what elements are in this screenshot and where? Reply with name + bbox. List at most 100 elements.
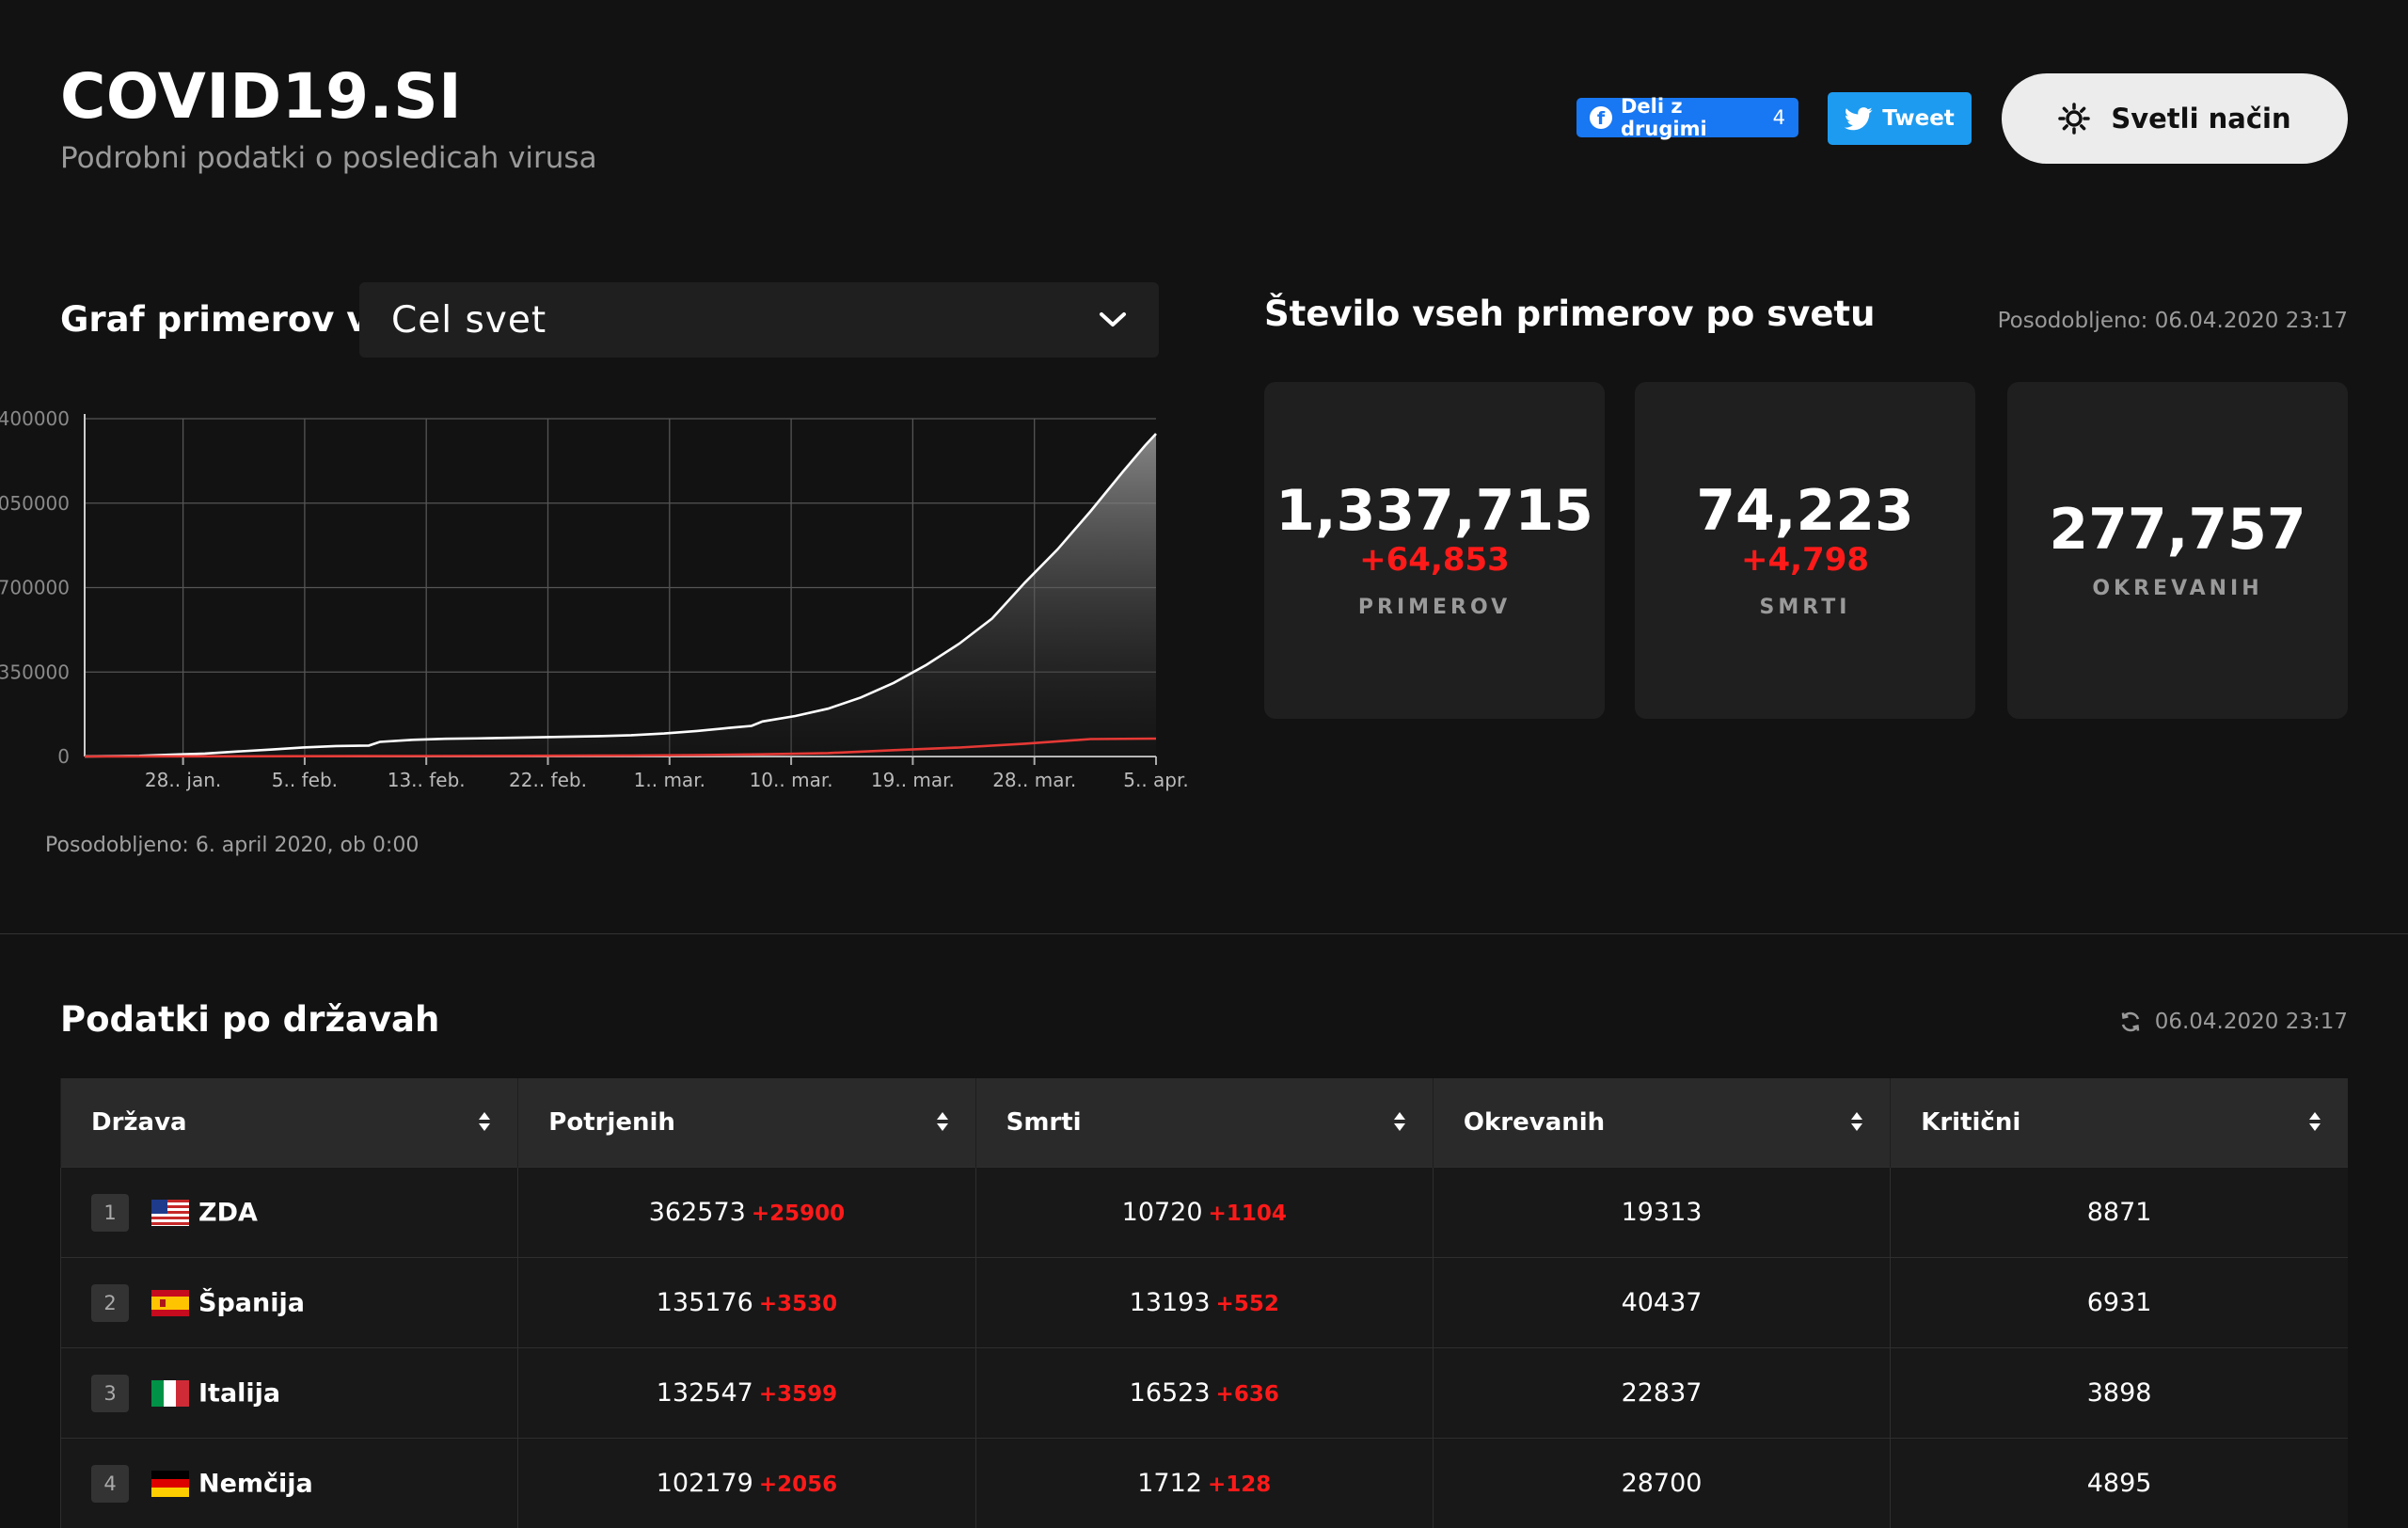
chevron-down-icon	[1099, 310, 1127, 329]
chart-heading: Graf primerov v	[60, 299, 369, 340]
twitter-icon	[1845, 107, 1873, 131]
recovered-cell: 28700	[1433, 1439, 1890, 1528]
column-header-country[interactable]: Država	[61, 1078, 518, 1168]
cases-chart-svg: 03500007000001050000140000028.. jan.5.. …	[0, 405, 1204, 800]
recovered-cell: 40437	[1433, 1258, 1890, 1348]
column-header-label: Potrjenih	[548, 1108, 675, 1137]
world-stats-heading: Število vseh primerov po svetu	[1264, 294, 1875, 334]
chart-x-tick-label: 1.. mar.	[634, 769, 705, 791]
share-count: 4	[1773, 106, 1785, 129]
facebook-share-button[interactable]: f Deli z drugimi 4	[1576, 98, 1798, 137]
region-select[interactable]: Cel svet	[359, 282, 1159, 358]
column-header-deaths[interactable]: Smrti	[975, 1078, 1433, 1168]
critical-cell: 4895	[1891, 1439, 2348, 1528]
facebook-icon: f	[1590, 106, 1612, 129]
chart-x-tick-label: 28.. mar.	[992, 769, 1076, 791]
rank-badge: 3	[91, 1375, 129, 1412]
sort-icon	[1393, 1110, 1406, 1133]
chart-x-tick-label: 5.. apr.	[1123, 769, 1189, 791]
chart-x-tick-label: 22.. feb.	[509, 769, 587, 791]
countries-table: Država Potrjenih Smrti Okrevanih Kritičn…	[60, 1078, 2348, 1528]
column-header-label: Smrti	[1006, 1108, 1082, 1137]
confirmed-delta: +3599	[759, 1382, 837, 1407]
countries-updated: 06.04.2020 23:17	[2119, 1010, 2348, 1034]
deaths-value: 10720	[1122, 1198, 1203, 1227]
sort-icon	[1850, 1110, 1863, 1133]
stat-value: 74,223	[1696, 482, 1914, 541]
confirmed-cell: 102179+2056	[518, 1439, 975, 1528]
deaths-cell: 10720+1104	[975, 1168, 1433, 1258]
chart-x-tick-label: 5.. feb.	[272, 769, 338, 791]
stat-label: SMRTI	[1760, 596, 1851, 619]
chart-y-tick-label: 350000	[0, 661, 70, 683]
stat-value: 1,337,715	[1275, 482, 1593, 541]
stat-value: 277,757	[2049, 501, 2305, 560]
country-name: Italija	[198, 1378, 280, 1408]
table-row[interactable]: 4Nemčija 102179+2056 1712+128 28700 4895	[61, 1439, 2349, 1528]
confirmed-delta: +3530	[759, 1292, 837, 1316]
countries-heading: Podatki po državah	[60, 999, 439, 1040]
table-row[interactable]: 3 Italija 132547+3599 16523+636 22837 389…	[61, 1348, 2349, 1439]
confirmed-value: 362573	[649, 1198, 746, 1227]
critical-cell: 8871	[1891, 1168, 2348, 1258]
site-subtitle: Podrobni podatki o posledicah virusa	[60, 141, 597, 175]
deaths-delta: +1104	[1209, 1202, 1287, 1226]
stat-label: OKREVANIH	[2092, 577, 2262, 600]
stat-card-cases: 1,337,715 +64,853 PRIMEROV	[1264, 382, 1605, 719]
column-header-recovered[interactable]: Okrevanih	[1433, 1078, 1890, 1168]
countries-updated-time: 06.04.2020 23:17	[2155, 1010, 2348, 1034]
deaths-value: 16523	[1130, 1378, 1211, 1408]
world-stats-updated: Posodobljeno: 06.04.2020 23:17	[1998, 309, 2348, 333]
chart-x-tick-label: 10.. mar.	[750, 769, 833, 791]
column-header-label: Kritični	[1921, 1108, 2020, 1137]
chart-y-tick-label: 700000	[0, 577, 70, 599]
stat-card-deaths: 74,223 +4,798 SMRTI	[1635, 382, 1975, 719]
chart-x-tick-label: 28.. jan.	[145, 769, 221, 791]
confirmed-delta: +2056	[759, 1472, 837, 1497]
column-header-confirmed[interactable]: Potrjenih	[518, 1078, 975, 1168]
tweet-button[interactable]: Tweet	[1828, 92, 1972, 145]
deaths-delta: +128	[1208, 1472, 1271, 1497]
confirmed-cell: 135176+3530	[518, 1258, 975, 1348]
rank-badge: 4	[91, 1465, 129, 1503]
deaths-value: 13193	[1130, 1288, 1211, 1317]
light-mode-toggle[interactable]: Svetli način	[2002, 73, 2348, 164]
deaths-cell: 1712+128	[975, 1439, 1433, 1528]
sort-icon	[936, 1110, 949, 1133]
site-title: COVID19.SI	[60, 60, 462, 133]
chart-area-primeri	[85, 434, 1156, 756]
flag-it-icon	[151, 1380, 189, 1407]
confirmed-cell: 132547+3599	[518, 1348, 975, 1439]
country-cell: 1 ZDA	[61, 1168, 518, 1258]
table-row[interactable]: 1ZDA 362573+25900 10720+1104 19313 8871	[61, 1168, 2349, 1258]
table-row[interactable]: 2Španija 135176+3530 13193+552 40437 693…	[61, 1258, 2349, 1348]
recovered-cell: 22837	[1433, 1348, 1890, 1439]
chart-y-tick-label: 1050000	[0, 492, 70, 515]
stat-delta: +64,853	[1359, 541, 1510, 580]
deaths-value: 1712	[1137, 1469, 1202, 1498]
stat-label: PRIMEROV	[1358, 596, 1511, 619]
chart-y-tick-label: 1400000	[0, 407, 70, 430]
critical-cell: 6931	[1891, 1258, 2348, 1348]
section-divider	[0, 933, 2408, 934]
country-name: ZDA	[198, 1198, 258, 1227]
sun-icon	[2058, 103, 2090, 135]
column-header-critical[interactable]: Kritični	[1891, 1078, 2348, 1168]
confirmed-value: 102179	[657, 1469, 753, 1498]
deaths-cell: 13193+552	[975, 1258, 1433, 1348]
sort-icon	[2308, 1110, 2321, 1133]
chart-updated: Posodobljeno: 6. april 2020, ob 0:00	[45, 834, 419, 857]
flag-es-icon	[151, 1290, 189, 1316]
critical-cell: 3898	[1891, 1348, 2348, 1439]
rank-badge: 1	[91, 1194, 129, 1232]
refresh-icon[interactable]	[2119, 1011, 2142, 1033]
deaths-cell: 16523+636	[975, 1348, 1433, 1439]
sort-icon	[478, 1110, 491, 1133]
cases-chart: 03500007000001050000140000028.. jan.5.. …	[0, 405, 1204, 800]
chart-x-tick-label: 19.. mar.	[871, 769, 955, 791]
column-header-label: Država	[91, 1108, 187, 1137]
deaths-delta: +552	[1216, 1292, 1279, 1316]
rank-badge: 2	[91, 1284, 129, 1322]
confirmed-delta: +25900	[752, 1202, 845, 1226]
share-label: Deli z drugimi	[1621, 95, 1761, 140]
